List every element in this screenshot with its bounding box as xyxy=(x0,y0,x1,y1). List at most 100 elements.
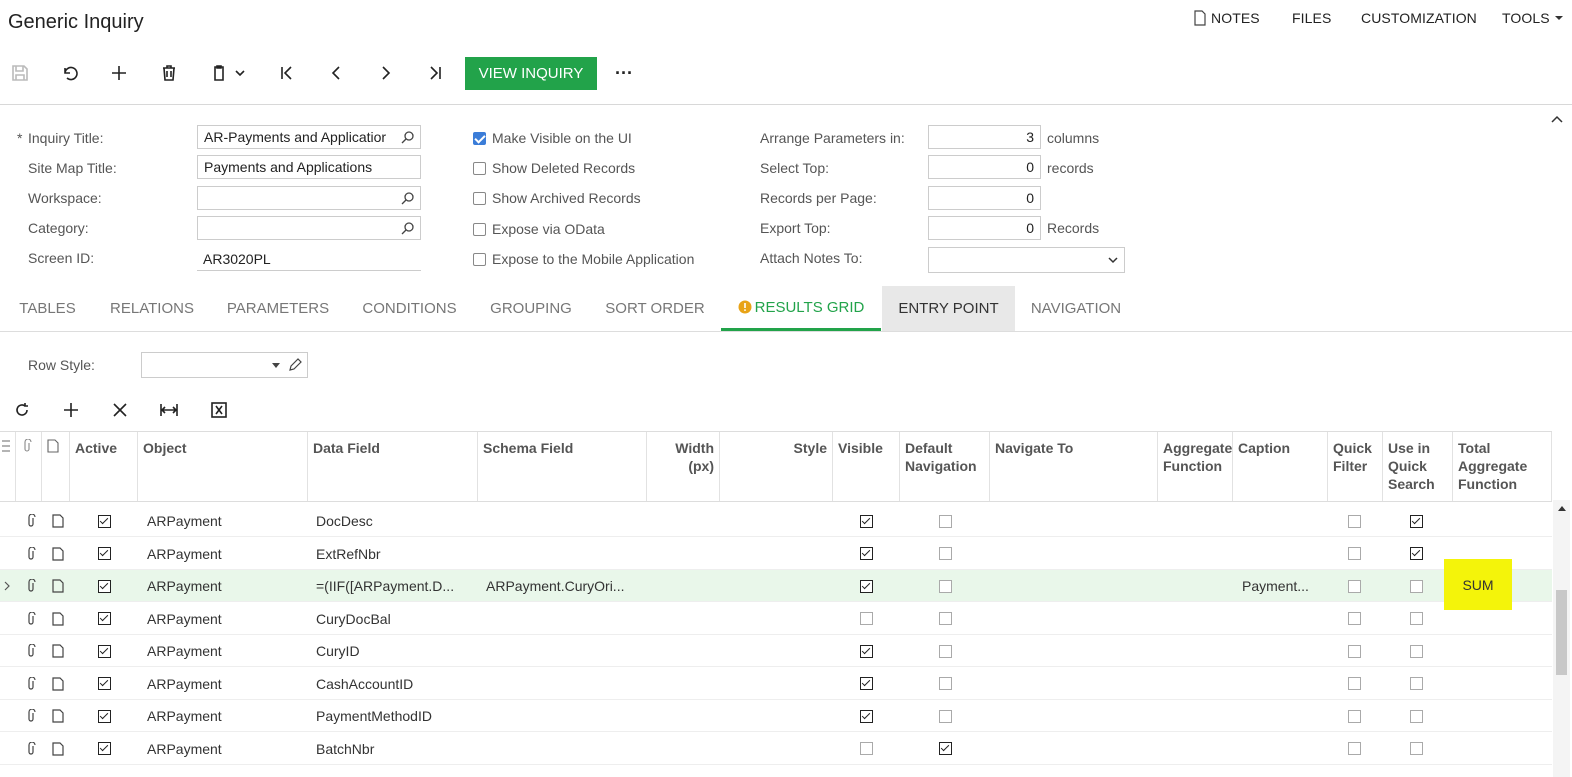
object-cell[interactable]: ARPayment xyxy=(147,635,305,667)
show-deleted-option[interactable]: Show Deleted Records xyxy=(473,160,635,176)
edit-icon[interactable] xyxy=(288,358,302,372)
tab-sort-order[interactable]: SORT ORDER xyxy=(595,286,715,331)
attachment-icon[interactable] xyxy=(18,570,44,602)
fit-columns-button[interactable] xyxy=(153,394,185,426)
schema-field-cell[interactable] xyxy=(486,505,644,537)
object-cell[interactable]: ARPayment xyxy=(147,733,305,765)
quick-filter-checkbox[interactable] xyxy=(1347,612,1361,625)
scroll-up-icon[interactable] xyxy=(1557,504,1567,512)
table-row[interactable]: ARPayment ExtRefNbr xyxy=(0,538,1552,570)
schema-field-cell[interactable] xyxy=(486,700,644,732)
active-checkbox[interactable] xyxy=(97,709,111,723)
table-row[interactable]: ARPayment CuryID xyxy=(0,635,1552,667)
inquiry-title-field[interactable]: AR-Payments and Applicatior xyxy=(197,125,421,149)
schema-field-header[interactable]: Schema Field xyxy=(478,432,647,501)
navigate-to-header[interactable]: Navigate To xyxy=(990,432,1158,501)
schema-field-cell[interactable] xyxy=(486,635,644,667)
quick-filter-checkbox[interactable] xyxy=(1347,579,1361,593)
expose-mobile-checkbox[interactable] xyxy=(473,252,486,266)
active-checkbox[interactable] xyxy=(97,677,111,690)
visible-header[interactable]: Visible xyxy=(833,432,900,501)
expose-odata-checkbox[interactable] xyxy=(473,222,486,236)
search-icon[interactable] xyxy=(401,130,415,144)
note-icon[interactable] xyxy=(44,603,72,635)
data-field-cell[interactable]: CuryID xyxy=(316,635,476,667)
grid-scroll-thumb[interactable] xyxy=(1556,590,1567,675)
visible-checkbox[interactable] xyxy=(860,677,873,690)
data-field-cell[interactable]: =(IIF([ARPayment.D... xyxy=(316,570,476,602)
visible-checkbox[interactable] xyxy=(860,612,873,625)
default-navigation-checkbox[interactable] xyxy=(938,579,952,593)
quick-search-checkbox[interactable] xyxy=(1409,644,1423,658)
refresh-button[interactable] xyxy=(6,394,38,426)
site-map-title-field[interactable]: Payments and Applications xyxy=(197,155,421,179)
visible-checkbox[interactable] xyxy=(860,742,873,755)
caption-header[interactable]: Caption xyxy=(1233,432,1328,501)
tab-entry-point[interactable]: ENTRY POINT xyxy=(882,286,1015,331)
quick-filter-checkbox[interactable] xyxy=(1347,709,1361,723)
schema-field-cell[interactable] xyxy=(486,603,644,635)
data-field-cell[interactable]: DocDesc xyxy=(316,505,476,537)
style-header[interactable]: Style xyxy=(720,432,833,501)
attach-notes-select[interactable] xyxy=(928,247,1125,273)
note-icon[interactable] xyxy=(44,538,72,570)
arrange-field[interactable]: 3 xyxy=(928,125,1041,149)
aggregate-function-header[interactable]: Aggregate Function xyxy=(1158,432,1233,501)
table-row[interactable]: ARPayment BatchNbr xyxy=(0,733,1552,765)
tab-tables[interactable]: TABLES xyxy=(10,286,85,331)
quick-search-checkbox[interactable] xyxy=(1409,677,1423,690)
default-navigation-checkbox[interactable] xyxy=(938,742,952,755)
note-icon[interactable] xyxy=(44,700,72,732)
copy-paste-button[interactable] xyxy=(203,57,253,89)
quick-filter-checkbox[interactable] xyxy=(1347,547,1361,560)
table-row[interactable]: ARPayment CuryDocBal xyxy=(0,603,1552,635)
visible-checkbox[interactable] xyxy=(860,709,873,723)
table-row[interactable]: ARPayment =(IIF([ARPayment.D... ARPayment.… xyxy=(0,570,1552,602)
category-field[interactable] xyxy=(197,216,421,240)
quick-search-checkbox[interactable] xyxy=(1409,742,1423,755)
default-navigation-header[interactable]: Default Navigation xyxy=(900,432,990,501)
active-checkbox[interactable] xyxy=(97,742,111,755)
show-archived-checkbox[interactable] xyxy=(473,191,486,205)
undo-button[interactable] xyxy=(54,57,86,89)
tab-grouping[interactable]: GROUPING xyxy=(481,286,581,331)
first-record-button[interactable] xyxy=(271,57,303,89)
object-cell[interactable]: ARPayment xyxy=(147,668,305,700)
quick-search-checkbox[interactable] xyxy=(1409,579,1423,593)
export-excel-button[interactable] xyxy=(203,394,235,426)
make-visible-checkbox[interactable] xyxy=(473,131,486,145)
schema-field-cell[interactable] xyxy=(486,733,644,765)
visible-checkbox[interactable] xyxy=(860,547,873,560)
collapse-icon[interactable] xyxy=(1550,114,1564,124)
attachment-icon[interactable] xyxy=(18,603,44,635)
schema-field-cell[interactable] xyxy=(486,668,644,700)
expose-mobile-option[interactable]: Expose to the Mobile Application xyxy=(473,251,694,267)
tab-conditions[interactable]: CONDITIONS xyxy=(352,286,467,331)
object-cell[interactable]: ARPayment xyxy=(147,603,305,635)
data-field-cell[interactable]: BatchNbr xyxy=(316,733,476,765)
note-icon[interactable] xyxy=(44,635,72,667)
quick-search-checkbox[interactable] xyxy=(1409,709,1423,723)
save-button[interactable] xyxy=(4,57,36,89)
data-field-cell[interactable]: CashAccountID xyxy=(316,668,476,700)
data-field-cell[interactable]: PaymentMethodID xyxy=(316,700,476,732)
object-cell[interactable]: ARPayment xyxy=(147,538,305,570)
table-row[interactable]: ARPayment PaymentMethodID xyxy=(0,700,1552,732)
export-top-field[interactable]: 0 xyxy=(928,216,1041,240)
data-field-cell[interactable]: ExtRefNbr xyxy=(316,538,476,570)
caption-cell[interactable] xyxy=(1242,668,1326,700)
note-icon[interactable] xyxy=(44,505,72,537)
quick-filter-checkbox[interactable] xyxy=(1347,514,1361,528)
caption-cell[interactable] xyxy=(1242,733,1326,765)
quick-search-checkbox[interactable] xyxy=(1409,547,1423,560)
search-icon[interactable] xyxy=(401,191,415,205)
tab-relations[interactable]: RELATIONS xyxy=(100,286,204,331)
object-header[interactable]: Object xyxy=(138,432,308,501)
next-record-button[interactable] xyxy=(370,57,402,89)
width-header[interactable]: Width (px) xyxy=(647,432,720,501)
default-navigation-checkbox[interactable] xyxy=(938,547,952,560)
expose-odata-option[interactable]: Expose via OData xyxy=(473,221,605,237)
make-visible-option[interactable]: Make Visible on the UI xyxy=(473,130,632,146)
view-inquiry-button[interactable]: VIEW INQUIRY xyxy=(465,57,597,90)
tab-results-grid[interactable]: RESULTS GRID xyxy=(721,286,881,331)
